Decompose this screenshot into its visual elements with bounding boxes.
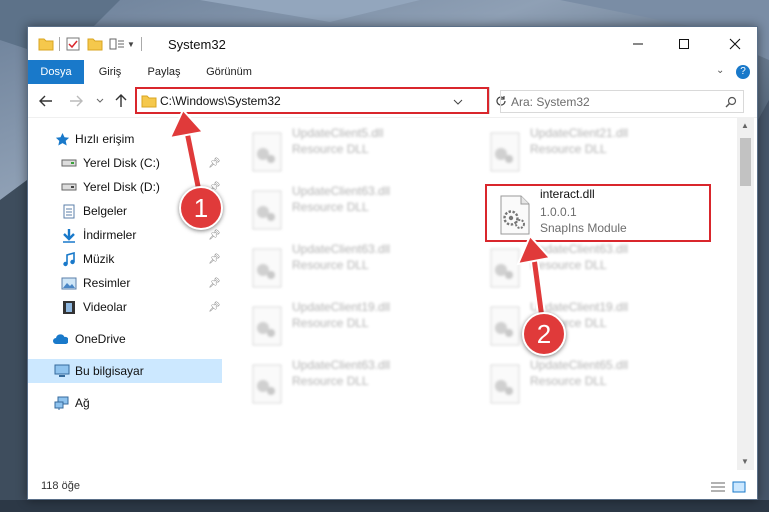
arrow-1 <box>168 108 205 197</box>
annotation-arrows <box>168 108 552 319</box>
step-badge-1: 1 <box>179 186 223 230</box>
arrow-2 <box>516 234 552 319</box>
step-badge-2: 2 <box>522 312 566 356</box>
